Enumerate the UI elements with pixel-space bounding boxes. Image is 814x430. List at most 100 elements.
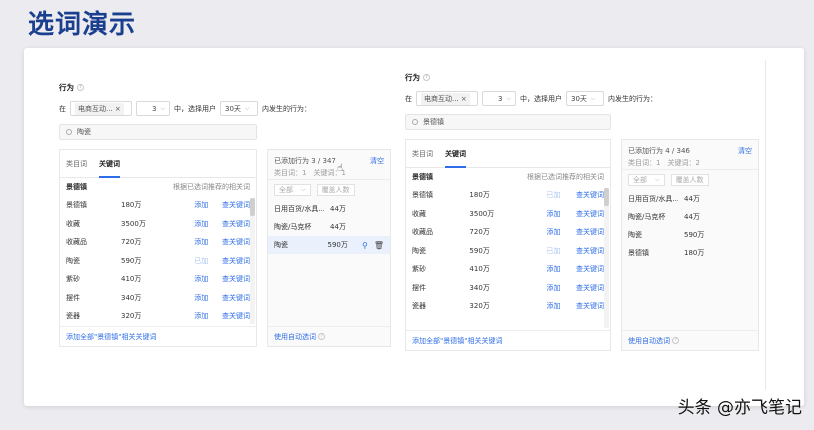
mid-text: 中，选择用户 — [174, 104, 216, 113]
search-input[interactable]: 景德镇 — [405, 114, 611, 130]
check-keyword-link[interactable]: 查关键词 — [560, 209, 604, 219]
sort-select[interactable]: 覆盖人数 — [670, 174, 709, 186]
count-cell: 3500万 — [469, 209, 495, 218]
days-select[interactable]: 30天 ⌵ — [566, 91, 604, 106]
table-row: 收藏品 720万 添加 查关键词 — [60, 233, 256, 252]
check-keyword-link[interactable]: 查关键词 — [208, 274, 250, 284]
add-button[interactable]: 添加 — [180, 311, 208, 321]
help-icon[interactable]: ? — [77, 84, 84, 91]
added-count: 已添加行为 3 / 347 — [274, 157, 336, 165]
added-item-value: 590万 — [327, 241, 348, 249]
tab-category-words[interactable]: 类目词 — [412, 149, 433, 159]
search-icon[interactable]: ⚲ — [362, 241, 368, 250]
check-keyword-link[interactable]: 查关键词 — [208, 256, 250, 266]
mouse-cursor-icon: ☝ — [337, 163, 344, 174]
check-keyword-link[interactable]: 查关键词 — [208, 219, 250, 229]
check-keyword-link[interactable]: 查关键词 — [560, 227, 604, 237]
tab-category-words[interactable]: 类目词 — [66, 159, 87, 169]
tab-bar: 类目词 关键词 — [60, 150, 256, 178]
table-row: 景德镇 180万 已加 查关键词 — [406, 186, 610, 205]
scrollbar-thumb[interactable] — [250, 198, 255, 216]
added-count: 已添加行为 4 / 346 — [628, 147, 690, 155]
tag-close-icon[interactable]: × — [115, 105, 121, 113]
table-row: 收藏 3500万 添加 查关键词 — [60, 215, 256, 234]
table-row: 紫砂 410万 添加 查关键词 — [406, 260, 610, 279]
check-keyword-link[interactable]: 查关键词 — [560, 283, 604, 293]
auto-select-link[interactable]: 使用自动选词 ? — [622, 330, 758, 350]
check-keyword-link[interactable]: 查关键词 — [208, 237, 250, 247]
help-icon[interactable]: ? — [318, 333, 326, 340]
help-icon[interactable]: ? — [423, 74, 430, 81]
add-all-link[interactable]: 添加全部"景德镇"相关关键词 — [406, 330, 610, 350]
check-keyword-link[interactable]: 查关键词 — [560, 301, 604, 311]
add-all-link[interactable]: 添加全部"景德镇"相关关键词 — [60, 326, 256, 346]
chevron-down-icon: ⌵ — [160, 104, 165, 112]
added-item[interactable]: 陶瓷 590万 — [622, 226, 758, 244]
add-button[interactable]: 添加 — [531, 227, 560, 237]
clear-button[interactable]: 清空 — [370, 156, 384, 166]
add-button[interactable]: 添加 — [180, 274, 208, 284]
search-input[interactable]: 陶瓷 — [59, 124, 257, 140]
count-select[interactable]: 3 ⌵ — [136, 101, 170, 116]
word-cell: 收藏 — [66, 219, 80, 228]
scrollbar[interactable] — [604, 188, 609, 328]
table-row: 瓷器 320万 添加 查关键词 — [60, 307, 256, 326]
tab-keywords[interactable]: 关键词 — [445, 149, 466, 168]
added-item[interactable]: 日用百货/水具... 44万 — [268, 200, 390, 218]
word-cell: 瓷器 — [66, 312, 80, 321]
add-button[interactable]: 添加 — [531, 209, 560, 219]
added-item-value: 44万 — [330, 223, 346, 231]
table-header: 景德镇 根据已选词推荐的相关词 — [66, 183, 250, 191]
add-button[interactable]: 添加 — [180, 237, 208, 247]
check-keyword-link[interactable]: 查关键词 — [208, 200, 250, 210]
mid-text: 中，选择用户 — [520, 94, 562, 103]
word-cell: 收藏品 — [412, 228, 433, 237]
word-cell: 景德镇 — [412, 191, 433, 200]
in-label: 在 — [59, 104, 66, 113]
added-item[interactable]: 陶瓷 590万 ⚲ 🗑 — [268, 236, 390, 254]
added-item[interactable]: 陶瓷/马克杯 44万 — [622, 208, 758, 226]
count-cell: 3500万 — [121, 219, 146, 228]
check-keyword-link[interactable]: 查关键词 — [208, 311, 250, 321]
added-header: 已添加行为 3 / 347 清空 类目词：1 关键词：1 — [268, 150, 390, 180]
added-item-name: 陶瓷 — [628, 231, 642, 239]
check-keyword-link[interactable]: 查关键词 — [560, 190, 604, 200]
count-select[interactable]: 3 ⌵ — [482, 91, 516, 106]
word-list-box: 类目词 关键词景德镇 根据已选词推荐的相关词景德镇 180万 已加 查关键词收藏 3500万… — [405, 139, 611, 351]
check-keyword-link[interactable]: 查关键词 — [208, 293, 250, 303]
channel-select[interactable]: 电商互动... × — [416, 91, 478, 106]
condition-row: 在电商互动... × 3 ⌵ 中，选择用户 30天 ⌵ 内发生的行为： — [59, 101, 395, 116]
help-icon[interactable]: ? — [672, 337, 680, 344]
add-button: 已加 — [194, 256, 209, 265]
check-keyword-link[interactable]: 查关键词 — [560, 264, 604, 274]
added-box: 已添加行为 4 / 346 清空 类目词：1 关键词：2 全部 ⌵ 覆盖人数 日用百货/水具… — [621, 139, 759, 351]
tab-keywords[interactable]: 关键词 — [99, 159, 120, 178]
tag-close-icon[interactable]: × — [461, 95, 467, 103]
filter-type-select[interactable]: 全部 ⌵ — [274, 184, 311, 196]
delete-icon[interactable]: 🗑 — [374, 241, 384, 250]
table-row: 陶瓷 590万 已加 查关键词 — [60, 252, 256, 271]
count-cell: 720万 — [469, 228, 490, 237]
add-button[interactable]: 添加 — [180, 219, 208, 229]
added-header: 已添加行为 4 / 346 清空 类目词：1 关键词：2 — [622, 140, 758, 170]
days-select[interactable]: 30天 ⌵ — [220, 101, 258, 116]
scrollbar-thumb[interactable] — [604, 188, 609, 206]
clear-button[interactable]: 清空 — [738, 146, 752, 156]
check-keyword-link[interactable]: 查关键词 — [560, 246, 604, 256]
word-cell: 瓷器 — [412, 302, 426, 311]
add-button[interactable]: 添加 — [180, 293, 208, 303]
add-button[interactable]: 添加 — [531, 264, 560, 274]
auto-select-link[interactable]: 使用自动选词 ? — [268, 326, 390, 346]
filter-type-select[interactable]: 全部 ⌵ — [628, 174, 665, 186]
added-item[interactable]: 陶瓷/马克杯 44万 — [268, 218, 390, 236]
channel-select[interactable]: 电商互动... × — [70, 101, 132, 116]
sort-select[interactable]: 覆盖人数 — [316, 184, 355, 196]
table-header: 景德镇 根据已选词推荐的相关词 — [412, 173, 604, 181]
add-button[interactable]: 添加 — [531, 301, 560, 311]
add-button[interactable]: 添加 — [180, 200, 208, 210]
scrollbar[interactable] — [250, 198, 255, 324]
added-item[interactable]: 景德镇 180万 — [622, 244, 758, 262]
add-button[interactable]: 添加 — [531, 283, 560, 293]
added-item[interactable]: 日用百货/水具... 44万 — [622, 190, 758, 208]
word-cell: 收藏 — [412, 209, 426, 218]
